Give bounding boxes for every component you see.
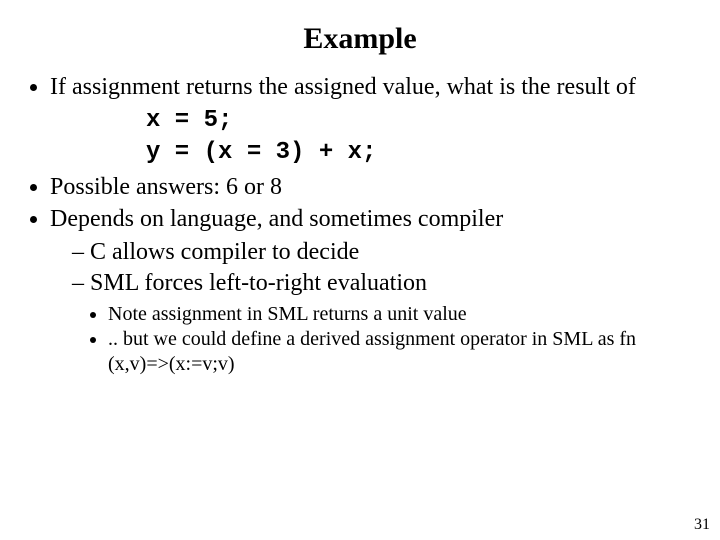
sub-sub-bullet-text: Note assignment in SML returns a unit va… [108, 303, 467, 325]
slide: Example If assignment returns the assign… [0, 0, 720, 540]
bullet-item: Possible answers: 6 or 8 [50, 172, 698, 203]
sub-sub-bullet-item: Note assignment in SML returns a unit va… [108, 302, 698, 327]
bullet-text: Depends on language, and sometimes compi… [50, 206, 503, 232]
sub-bullet-item: C allows compiler to decide [72, 237, 698, 268]
code-line: y = (x = 3) + x; [146, 139, 376, 166]
sub-bullet-list: C allows compiler to decide SML forces l… [50, 237, 698, 298]
bullet-item: If assignment returns the assigned value… [50, 72, 698, 170]
sub-sub-bullet-text: .. but we could define a derived assignm… [108, 328, 636, 375]
code-block: x = 5; y = (x = 3) + x; [146, 105, 698, 170]
page-number: 31 [694, 516, 710, 534]
sub-bullet-item: SML forces left-to-right evaluation [72, 268, 698, 299]
sub-sub-bullet-item: .. but we could define a derived assignm… [108, 327, 698, 377]
bullet-list: If assignment returns the assigned value… [22, 72, 698, 377]
bullet-text: Possible answers: 6 or 8 [50, 174, 282, 200]
bullet-item: Depends on language, and sometimes compi… [50, 204, 698, 377]
slide-body: If assignment returns the assigned value… [0, 64, 720, 377]
sub-sub-bullet-list: Note assignment in SML returns a unit va… [50, 302, 698, 377]
sub-bullet-text: SML forces left-to-right evaluation [90, 270, 427, 296]
slide-title: Example [0, 0, 720, 64]
code-line: x = 5; [146, 107, 232, 134]
sub-bullet-text: C allows compiler to decide [90, 239, 359, 265]
bullet-text: If assignment returns the assigned value… [50, 74, 636, 100]
